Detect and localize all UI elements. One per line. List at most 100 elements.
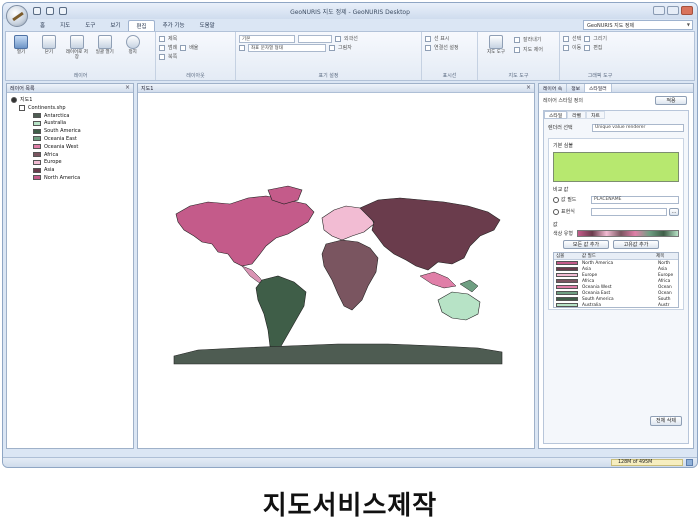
oceania-east-shape[interactable] <box>459 279 479 293</box>
app-logo-icon[interactable] <box>6 5 28 27</box>
legend-icon <box>159 44 165 51</box>
tab-view[interactable]: 보기 <box>103 20 127 31</box>
symbol-swatch[interactable] <box>556 273 578 277</box>
gc-icon[interactable] <box>686 459 693 466</box>
field-radio[interactable] <box>553 196 559 203</box>
expression-input[interactable] <box>591 207 667 216</box>
tab-home[interactable]: 홈 <box>33 20 52 31</box>
layers-icon <box>69 35 84 49</box>
north-america-shape[interactable] <box>175 195 315 267</box>
tab-info[interactable]: 정보 <box>567 84 586 92</box>
asia-shape[interactable] <box>359 197 501 271</box>
legend-label: Oceania West <box>44 143 79 150</box>
title-cell: Asia <box>658 266 668 272</box>
symbol-swatch[interactable] <box>556 291 578 295</box>
ribbon-tabs: 홈 지도 도구 보기 편집 추가 기능 도움말 <box>33 20 222 31</box>
legend-item[interactable]: Africa <box>33 151 58 158</box>
label-field-select[interactable]: 좌표 문자열 형태 <box>248 43 326 52</box>
tab-help[interactable]: 도움말 <box>193 20 222 31</box>
oceania-west-shape[interactable] <box>419 271 457 289</box>
app-window: GeoNURIS 지도 정제 - GeoNURIS Desktop 홈 지도 도… <box>2 2 698 468</box>
legend-item[interactable]: Australia <box>33 120 66 127</box>
tab-layer-properties[interactable]: 레이어 속 <box>539 84 568 92</box>
value-cell: Australia <box>582 302 602 308</box>
title-bar: GeoNURIS 지도 정제 - GeoNURIS Desktop <box>3 3 697 19</box>
layer-item-continents[interactable]: Continents.shp <box>19 104 66 111</box>
legend-swatch <box>33 167 41 173</box>
value-cell: Asia <box>582 266 592 272</box>
memory-indicator: 128M of 495M <box>611 459 683 466</box>
title-cell: Austr <box>658 302 670 308</box>
layer-checkbox[interactable] <box>19 104 25 111</box>
delete-all-button[interactable]: 전체 삭제 <box>650 416 682 426</box>
expression-radio[interactable] <box>553 208 559 215</box>
tab-map[interactable]: 지도 <box>53 20 77 31</box>
legend-item[interactable]: South America <box>33 128 81 135</box>
subtab-label[interactable]: 라벨 <box>567 111 587 119</box>
value-cell: South America <box>582 296 614 302</box>
australia-shape[interactable] <box>437 291 481 321</box>
color-ramp-select[interactable] <box>577 230 679 237</box>
close-icon[interactable]: × <box>526 84 531 91</box>
symbol-swatch[interactable] <box>556 267 578 271</box>
close-button[interactable] <box>681 6 693 15</box>
tab-edit[interactable]: 편집 <box>128 20 155 31</box>
open-button[interactable]: 열기 <box>9 34 33 55</box>
status-bar: 128M of 495M <box>3 457 697 467</box>
scale-icon <box>180 44 187 51</box>
world-map[interactable] <box>138 94 534 448</box>
symbol-swatch[interactable] <box>556 297 578 301</box>
tab-styler[interactable]: 스타일러 <box>585 84 612 92</box>
antarctica-shape[interactable] <box>173 343 503 365</box>
styler-header-row: 레이어 스타일 정의 적용 <box>543 96 687 105</box>
batch-open-button[interactable]: 일괄 열기 <box>93 34 117 55</box>
legend-item[interactable]: Asia <box>33 167 54 174</box>
printer-icon <box>41 35 56 49</box>
minimize-button[interactable] <box>653 6 665 15</box>
legend-item[interactable]: Oceania East <box>33 135 77 142</box>
map-tools-button[interactable]: 지도 도구 <box>481 34 511 55</box>
africa-shape[interactable] <box>321 239 379 311</box>
symbol-swatch[interactable] <box>556 261 578 265</box>
workspace-select[interactable]: GeoNURIS 지도 정제 <box>583 20 693 30</box>
legend-label: Asia <box>44 167 55 174</box>
close-layer-button[interactable]: 닫기 <box>37 34 61 55</box>
table-row[interactable]: Australia Austr <box>554 302 678 308</box>
symbol-swatch[interactable] <box>556 303 578 307</box>
legend-label: Africa <box>44 151 59 158</box>
renderer-select[interactable]: Unique value renderer <box>592 123 684 132</box>
tab-tools[interactable]: 도구 <box>78 20 102 31</box>
title-cell: Ocean <box>658 284 672 290</box>
expression-builder-button[interactable]: … <box>669 207 679 216</box>
legend-item[interactable]: Antarctica <box>33 112 69 119</box>
symbol-swatch[interactable] <box>556 285 578 289</box>
default-symbol-preview[interactable] <box>553 152 679 182</box>
south-america-shape[interactable] <box>255 275 307 357</box>
symbol-swatch[interactable] <box>556 279 578 283</box>
map-root-item[interactable]: 지도1 <box>11 96 32 103</box>
title-cell: North <box>658 260 671 266</box>
subtab-chart[interactable]: 차트 <box>586 111 605 119</box>
maximize-button[interactable] <box>667 6 679 15</box>
map-canvas[interactable] <box>138 94 534 448</box>
stop-button[interactable]: 정지 <box>121 34 145 55</box>
field-select[interactable]: PLACENAME <box>591 195 679 204</box>
font-size-select[interactable] <box>298 34 332 43</box>
legend-item[interactable]: Oceania West <box>33 143 78 150</box>
legend-item[interactable]: North America <box>33 174 80 181</box>
legend-label: Europe <box>44 159 62 166</box>
label-style-select[interactable]: 기본 <box>239 34 295 43</box>
save-layer-button[interactable]: 레이어로 저장 <box>65 34 89 60</box>
apply-button[interactable]: 적용 <box>655 96 687 105</box>
legend-swatch <box>33 136 41 142</box>
subtab-style[interactable]: 스타일 <box>544 111 568 119</box>
close-icon[interactable]: × <box>125 84 130 91</box>
legend-item[interactable]: Europe <box>33 159 62 166</box>
add-unique-values-button[interactable]: 고유값 추가 <box>613 240 659 249</box>
tab-addins[interactable]: 추가 기능 <box>156 20 192 31</box>
legend-label: Oceania East <box>44 135 77 142</box>
add-all-values-button[interactable]: 모든 값 추가 <box>563 240 609 249</box>
window-title: GeoNURIS 지도 정제 - GeoNURIS Desktop <box>290 9 410 16</box>
title-cell: Africa <box>658 278 671 284</box>
styler-panel: 레이어 속 정보 스타일러 레이어 스타일 정의 적용 스타일 라벨 차트 렌더… <box>538 83 694 449</box>
